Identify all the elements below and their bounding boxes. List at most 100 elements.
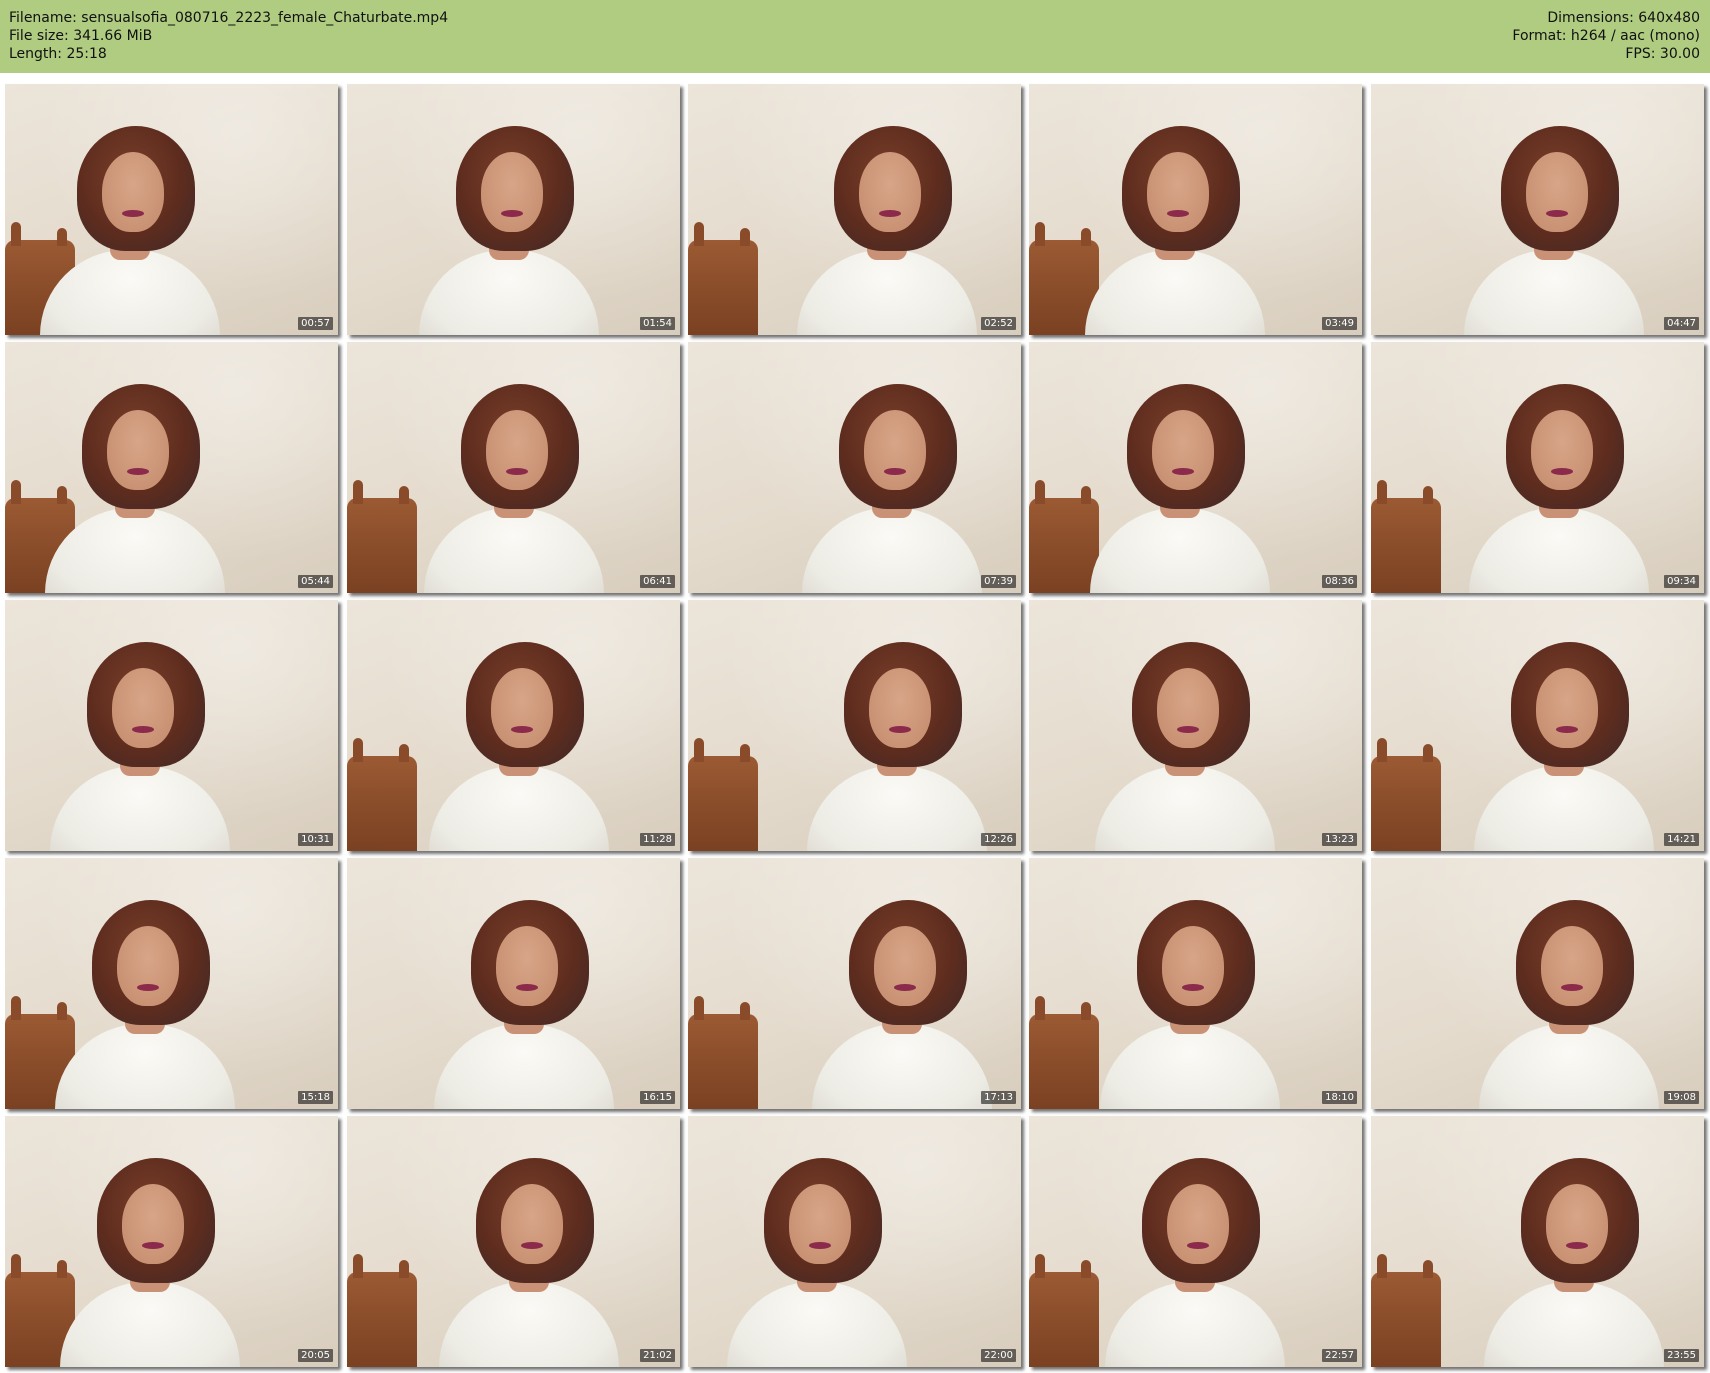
face [1536,668,1598,748]
face [1162,926,1224,1006]
thumbnail-timestamp: 01:54 [640,317,675,330]
thumbnail-timestamp: 04:47 [1664,317,1699,330]
video-thumbnail: 00:57 [5,84,338,335]
bed-headboard [1029,996,1099,1109]
thumbnail-timestamp: 19:08 [1664,1091,1699,1104]
video-thumbnail: 09:34 [1371,342,1704,593]
lips [511,726,533,733]
video-thumbnail: 20:05 [5,1116,338,1367]
video-thumbnail: 01:54 [347,84,680,335]
video-thumbnail: 02:52 [688,84,1021,335]
face [1526,152,1588,232]
face [107,410,169,490]
face [859,152,921,232]
lips [809,1242,831,1249]
lips [894,984,916,991]
video-thumbnail: 05:44 [5,342,338,593]
thumbnail-timestamp: 10:31 [298,833,333,846]
bed-headboard [1371,1254,1441,1367]
thumbnail-timestamp: 22:57 [1322,1349,1357,1362]
bed-headboard [688,222,758,335]
lips [501,210,523,217]
video-thumbnail: 03:49 [1029,84,1362,335]
lips [889,726,911,733]
lips [879,210,901,217]
video-thumbnail: 21:02 [347,1116,680,1367]
bed-headboard [688,738,758,851]
video-thumbnail: 23:55 [1371,1116,1704,1367]
lips [127,468,149,475]
thumbnail-timestamp: 06:41 [640,575,675,588]
thumbnail-timestamp: 16:15 [640,1091,675,1104]
thumbnail-timestamp: 05:44 [298,575,333,588]
face [102,152,164,232]
video-thumbnail: 14:21 [1371,600,1704,851]
face [1147,152,1209,232]
face [481,152,543,232]
thumbnail-timestamp: 03:49 [1322,317,1357,330]
video-thumbnail: 15:18 [5,858,338,1109]
thumbnail-timestamp: 14:21 [1664,833,1699,846]
video-thumbnail: 10:31 [5,600,338,851]
lips [132,726,154,733]
bed-headboard [688,996,758,1109]
lips [1187,1242,1209,1249]
video-thumbnail: 12:26 [688,600,1021,851]
video-thumbnail: 22:00 [688,1116,1021,1367]
bed-headboard [1029,1254,1099,1367]
face [1152,410,1214,490]
lips [1556,726,1578,733]
lips [1566,1242,1588,1249]
lips [1177,726,1199,733]
bed-headboard [1371,480,1441,593]
face [117,926,179,1006]
thumbnail-timestamp: 02:52 [981,317,1016,330]
video-thumbnail: 08:36 [1029,342,1362,593]
face [122,1184,184,1264]
face [1546,1184,1608,1264]
video-thumbnail: 22:57 [1029,1116,1362,1367]
bed-headboard [347,738,417,851]
lips [1182,984,1204,991]
thumbnail-grid: 00:57 01:54 02:52 03:49 04:47 05:44 06:41 07:39… [0,0,1710,1373]
face [1531,410,1593,490]
face [874,926,936,1006]
face [1157,668,1219,748]
lips [1561,984,1583,991]
lips [1172,468,1194,475]
thumbnail-timestamp: 18:10 [1322,1091,1357,1104]
video-thumbnail: 06:41 [347,342,680,593]
lips [122,210,144,217]
bed-headboard [347,480,417,593]
lips [142,1242,164,1249]
video-thumbnail: 19:08 [1371,858,1704,1109]
face [869,668,931,748]
thumbnail-timestamp: 21:02 [640,1349,675,1362]
thumbnail-timestamp: 22:00 [981,1349,1016,1362]
bed-headboard [1029,480,1099,593]
bed-headboard [347,1254,417,1367]
thumbnail-timestamp: 11:28 [640,833,675,846]
lips [506,468,528,475]
lips [516,984,538,991]
thumbnail-timestamp: 09:34 [1664,575,1699,588]
lips [521,1242,543,1249]
face [1167,1184,1229,1264]
face [112,668,174,748]
face [1541,926,1603,1006]
video-thumbnail: 13:23 [1029,600,1362,851]
video-thumbnail: 11:28 [347,600,680,851]
video-thumbnail: 04:47 [1371,84,1704,335]
video-thumbnail: 17:13 [688,858,1021,1109]
lips [884,468,906,475]
lips [1167,210,1189,217]
face [864,410,926,490]
face [486,410,548,490]
thumbnail-timestamp: 00:57 [298,317,333,330]
thumbnail-timestamp: 13:23 [1322,833,1357,846]
video-thumbnail: 16:15 [347,858,680,1109]
lips [1546,210,1568,217]
thumbnail-timestamp: 20:05 [298,1349,333,1362]
thumbnail-timestamp: 08:36 [1322,575,1357,588]
face [789,1184,851,1264]
